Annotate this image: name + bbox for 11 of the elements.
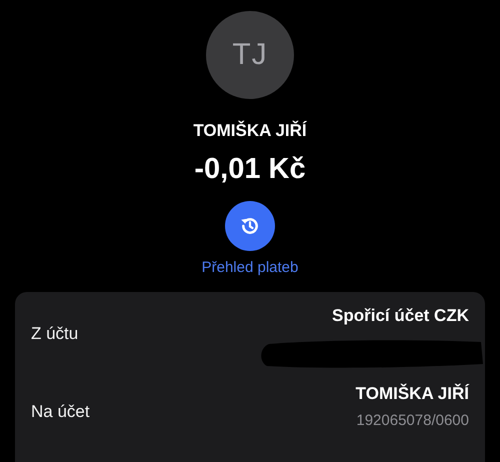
history-icon [240, 216, 260, 236]
payee-name: TOMIŠKA JIŘÍ [193, 121, 307, 141]
detail-value: Spořicí účet CZK [332, 306, 469, 326]
detail-value: TOMIŠKA JIŘÍ [356, 384, 469, 404]
avatar: TJ [206, 11, 294, 99]
account-number: 192065078/0600 [356, 412, 469, 429]
amount: -0,01 Kč [194, 153, 306, 186]
detail-label: Na účet [31, 402, 90, 422]
detail-label: Z účtu [31, 324, 78, 344]
payment-overview-link[interactable]: Přehled plateb [202, 259, 298, 276]
history-button[interactable] [225, 201, 275, 251]
